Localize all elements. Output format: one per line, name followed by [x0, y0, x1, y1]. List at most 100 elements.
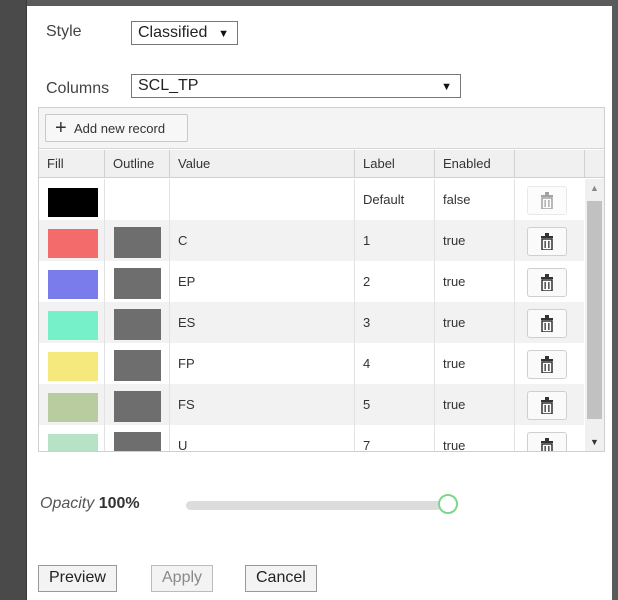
outline-swatch[interactable] [114, 227, 161, 258]
fill-swatch[interactable] [48, 393, 98, 422]
outline-cell [105, 343, 170, 384]
scroll-up-icon[interactable]: ▲ [590, 183, 599, 193]
header-outline[interactable]: Outline [105, 150, 170, 178]
table-row[interactable]: U 7 true [39, 425, 584, 451]
fill-cell [39, 343, 105, 384]
value-cell[interactable]: C [170, 220, 355, 261]
enabled-cell[interactable]: true [435, 425, 515, 451]
delete-row-button[interactable] [527, 432, 567, 451]
apply-button[interactable]: Apply [151, 565, 214, 592]
actions-cell [515, 425, 584, 451]
outline-swatch[interactable] [114, 432, 161, 451]
fill-cell [39, 179, 105, 220]
value-cell[interactable]: U [170, 425, 355, 451]
label-cell[interactable]: Default [355, 179, 435, 220]
value-cell[interactable]: ES [170, 302, 355, 343]
enabled-cell[interactable]: true [435, 302, 515, 343]
outline-swatch[interactable] [114, 309, 161, 340]
value-cell[interactable]: FP [170, 343, 355, 384]
enabled-cell[interactable]: true [435, 220, 515, 261]
actions-cell [515, 384, 584, 425]
grid-toolbar: + Add new record [39, 108, 604, 149]
fill-swatch[interactable] [48, 188, 98, 217]
fill-cell [39, 425, 105, 451]
fill-cell [39, 302, 105, 343]
label-cell[interactable]: 5 [355, 384, 435, 425]
preview-button[interactable]: Preview [38, 565, 117, 592]
header-actions [515, 150, 585, 178]
actions-cell [515, 302, 584, 343]
outline-swatch[interactable] [114, 268, 161, 299]
header-enabled[interactable]: Enabled [435, 150, 515, 178]
cancel-button[interactable]: Cancel [245, 565, 317, 592]
outline-swatch[interactable] [114, 350, 161, 381]
style-select-value: Classified [138, 24, 208, 41]
label-cell[interactable]: 1 [355, 220, 435, 261]
delete-row-button[interactable] [527, 391, 567, 420]
table-row[interactable]: FS 5 true [39, 384, 584, 425]
enabled-cell[interactable]: true [435, 343, 515, 384]
outline-cell [105, 384, 170, 425]
delete-row-button[interactable] [527, 350, 567, 379]
value-cell[interactable]: EP [170, 261, 355, 302]
delete-row-button[interactable] [527, 309, 567, 338]
enabled-cell[interactable]: true [435, 384, 515, 425]
grid-header: Fill Outline Value Label Enabled [39, 150, 604, 178]
label-cell[interactable]: 2 [355, 261, 435, 302]
scroll-down-icon[interactable]: ▼ [590, 437, 599, 447]
value-cell[interactable] [170, 179, 355, 220]
actions-cell [515, 261, 584, 302]
fill-cell [39, 384, 105, 425]
delete-row-button[interactable] [527, 186, 567, 215]
caret-down-icon: ▼ [441, 81, 452, 93]
fill-swatch[interactable] [48, 352, 98, 381]
opacity-text: Opacity [40, 495, 95, 512]
outline-swatch[interactable] [114, 391, 161, 422]
header-label[interactable]: Label [355, 150, 435, 178]
enabled-cell[interactable]: true [435, 261, 515, 302]
table-row[interactable]: FP 4 true [39, 343, 584, 384]
panel-top-edge [27, 0, 612, 6]
table-row[interactable]: C 1 true [39, 220, 584, 261]
delete-row-button[interactable] [527, 227, 567, 256]
fill-swatch[interactable] [48, 434, 98, 451]
table-row[interactable]: ES 3 true [39, 302, 584, 343]
opacity-value: 100% [98, 495, 140, 512]
actions-cell [515, 343, 584, 384]
columns-select-value: SCL_TP [138, 77, 199, 94]
opacity-label: Opacity 100% [40, 495, 140, 513]
fill-cell [39, 261, 105, 302]
grid-scrollbar[interactable]: ▲ ▼ [585, 179, 604, 451]
fill-swatch[interactable] [48, 229, 98, 258]
opacity-slider-handle[interactable] [438, 494, 458, 514]
panel-right-edge [612, 0, 618, 600]
outline-cell [105, 302, 170, 343]
style-label: Style [46, 23, 82, 40]
actions-cell [515, 179, 584, 220]
header-value[interactable]: Value [170, 150, 355, 178]
caret-down-icon: ▼ [218, 28, 229, 40]
columns-select[interactable]: SCL_TP ▼ [131, 74, 461, 98]
fill-swatch[interactable] [48, 311, 98, 340]
label-cell[interactable]: 4 [355, 343, 435, 384]
delete-row-button[interactable] [527, 268, 567, 297]
value-cell[interactable]: FS [170, 384, 355, 425]
style-select[interactable]: Classified ▼ [131, 21, 238, 45]
add-new-record-button[interactable]: + Add new record [45, 114, 188, 142]
classes-grid: + Add new record Fill Outline Value Labe… [38, 107, 605, 452]
table-row[interactable]: EP 2 true [39, 261, 584, 302]
columns-label: Columns [46, 80, 110, 97]
plus-icon: + [55, 117, 67, 139]
symbology-panel: Style Classified ▼ Columns SCL_TP ▼ + Ad… [26, 0, 618, 600]
enabled-cell[interactable]: false [435, 179, 515, 220]
outline-cell [105, 425, 170, 451]
header-fill[interactable]: Fill [39, 150, 105, 178]
table-row[interactable]: Default false [39, 179, 584, 220]
label-cell[interactable]: 3 [355, 302, 435, 343]
scroll-thumb[interactable] [587, 201, 602, 419]
fill-swatch[interactable] [48, 270, 98, 299]
label-cell[interactable]: 7 [355, 425, 435, 451]
actions-cell [515, 220, 584, 261]
outline-cell [105, 179, 170, 220]
opacity-slider-track[interactable] [186, 501, 442, 510]
